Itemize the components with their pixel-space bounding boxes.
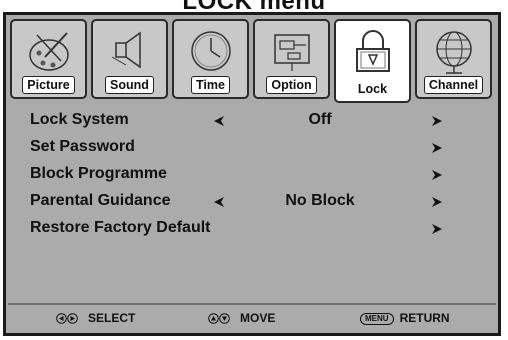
picture-icon — [29, 32, 69, 71]
tab-bar: Picture Sound Time Option Lock Channel — [8, 17, 496, 103]
menu-item-value: Off — [308, 111, 332, 128]
menu-item-parental-guidance[interactable]: Parental Guidance No Block — [30, 192, 490, 214]
menu-item-set-password[interactable]: Set Password — [30, 138, 490, 160]
move-hint: MOVE — [208, 311, 275, 325]
menu-key-icon: MENU — [360, 312, 394, 325]
tab-time[interactable]: Time — [172, 19, 249, 99]
up-down-buttons-icon — [208, 313, 230, 325]
right-arrow-icon[interactable] — [430, 223, 444, 235]
select-label: SELECT — [88, 311, 136, 325]
right-arrow-icon[interactable] — [430, 115, 444, 127]
lock-menu-list: Lock System Off Set Password Block Progr… — [8, 103, 496, 303]
return-hint: MENU RETURN — [360, 311, 450, 325]
menu-item-lock-system[interactable]: Lock System Off — [30, 111, 490, 133]
right-arrow-icon[interactable] — [430, 196, 444, 208]
right-arrow-icon[interactable] — [430, 169, 444, 181]
move-label: MOVE — [240, 311, 276, 325]
left-arrow-icon[interactable] — [212, 115, 226, 127]
tab-label: Channel — [423, 76, 484, 94]
menu-item-label: Block Programme — [30, 165, 167, 182]
menu-item-value: No Block — [285, 192, 355, 209]
tab-label: Picture — [22, 76, 75, 94]
tab-label: Sound — [105, 76, 154, 94]
return-label: RETURN — [399, 311, 450, 325]
option-icon — [274, 34, 310, 71]
menu-item-label: Restore Factory Default — [30, 219, 211, 236]
speaker-icon — [111, 31, 141, 69]
left-arrow-icon[interactable] — [212, 196, 226, 208]
clock-icon — [191, 31, 231, 71]
left-right-buttons-icon — [56, 313, 78, 325]
menu-item-label: Parental Guidance — [30, 192, 171, 209]
tab-label: Time — [191, 76, 230, 94]
menu-item-block-programme[interactable]: Block Programme — [30, 165, 490, 187]
tab-channel[interactable]: Channel — [415, 19, 492, 99]
globe-icon — [436, 31, 472, 74]
tab-lock[interactable]: Lock — [334, 19, 411, 103]
menu-item-label: Set Password — [30, 138, 135, 155]
right-arrow-icon[interactable] — [430, 142, 444, 154]
osd-frame: Picture Sound Time Option Lock Channel L… — [3, 12, 501, 336]
tab-label: Lock — [352, 80, 393, 98]
select-hint: SELECT — [56, 311, 135, 325]
menu-item-label: Lock System — [30, 111, 129, 128]
menu-item-restore-factory-default[interactable]: Restore Factory Default — [30, 219, 490, 241]
tab-option[interactable]: Option — [253, 19, 330, 99]
tab-picture[interactable]: Picture — [10, 19, 87, 99]
tab-sound[interactable]: Sound — [91, 19, 168, 99]
footer-hint-bar: SELECT MOVE MENU RETURN — [8, 303, 496, 331]
tab-label: Option — [266, 76, 317, 94]
padlock-icon — [356, 30, 390, 72]
